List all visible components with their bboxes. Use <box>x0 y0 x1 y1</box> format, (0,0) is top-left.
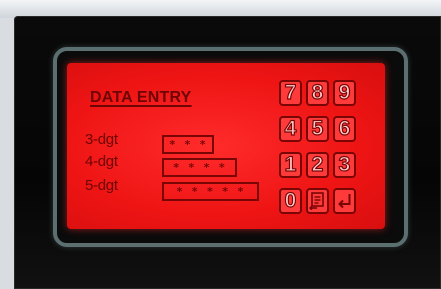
backspace-button[interactable] <box>306 188 329 214</box>
field-label-4dgt: 4-dgt <box>85 153 118 170</box>
lcd-screen: DATA ENTRY 3-dgt 4-dgt 5-dgt * * * * * *… <box>67 63 385 229</box>
key-1[interactable]: 1 <box>279 152 302 178</box>
key-3[interactable]: 3 <box>333 152 356 178</box>
screen-title: DATA ENTRY <box>90 89 192 106</box>
key-9[interactable]: 9 <box>333 80 356 106</box>
key-8[interactable]: 8 <box>306 80 329 106</box>
field-label-5dgt: 5-dgt <box>85 177 118 194</box>
key-5[interactable]: 5 <box>306 116 329 142</box>
key-4[interactable]: 4 <box>279 116 302 142</box>
input-4dgt[interactable]: * * * * <box>162 158 237 177</box>
key-6[interactable]: 6 <box>333 116 356 142</box>
input-3dgt[interactable]: * * * <box>162 135 214 154</box>
backspace-icon <box>309 192 324 210</box>
key-7[interactable]: 7 <box>279 80 302 106</box>
field-label-3dgt: 3-dgt <box>85 131 118 148</box>
enter-button[interactable] <box>333 188 356 214</box>
enter-icon <box>338 194 351 209</box>
input-5dgt[interactable]: * * * * * <box>162 182 259 201</box>
key-0[interactable]: 0 <box>279 188 302 214</box>
key-2[interactable]: 2 <box>306 152 329 178</box>
